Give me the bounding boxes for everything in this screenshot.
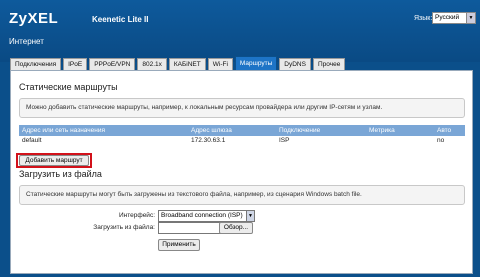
- tab-kabinet[interactable]: КАБiNET: [168, 58, 206, 70]
- add-route-button[interactable]: Добавить маршрут: [19, 155, 89, 166]
- model-name: Keenetic Lite II: [92, 15, 149, 24]
- route-interface: ISP: [279, 137, 290, 144]
- language-label: Язык:: [414, 15, 433, 22]
- interface-value: Broadband connection (ISP): [161, 212, 243, 219]
- routes-table: Адрес или сеть назначения Адрес шлюза По…: [19, 125, 465, 146]
- column-header: Метрика: [369, 127, 395, 134]
- column-header: Адрес шлюза: [191, 127, 232, 134]
- tab-dydns[interactable]: DyDNS: [279, 58, 311, 70]
- tab-connections[interactable]: Подключения: [10, 58, 62, 70]
- tab-pppoe-vpn[interactable]: PPPoE/VPN: [89, 58, 136, 70]
- top-header: ZyXEL Keenetic Lite II Интернет Язык: Ру…: [0, 0, 480, 62]
- interface-label: Интерфейс:: [118, 212, 155, 219]
- file-label: Загрузить из файла:: [93, 224, 155, 231]
- chevron-down-icon: ▼: [246, 211, 254, 221]
- tab-wifi[interactable]: Wi-Fi: [207, 58, 233, 70]
- file-upload-title: Загрузить из файла: [19, 169, 102, 179]
- tab-other[interactable]: Прочее: [312, 58, 346, 70]
- tab-8021x[interactable]: 802.1x: [137, 58, 167, 70]
- route-destination: default: [22, 137, 42, 144]
- tab-routes[interactable]: Маршруты: [234, 56, 278, 70]
- apply-button[interactable]: Применить: [158, 239, 200, 251]
- browse-button[interactable]: Обзор...: [219, 222, 253, 234]
- main-panel: Статические маршруты Можно добавить стат…: [10, 70, 473, 274]
- language-select[interactable]: Русский ▼: [432, 12, 476, 24]
- column-header: Подключение: [279, 127, 321, 134]
- column-header: Адрес или сеть назначения: [22, 127, 106, 134]
- interface-select[interactable]: Broadband connection (ISP) ▼: [158, 210, 255, 222]
- static-routes-info: Можно добавить статические маршруты, нап…: [19, 98, 465, 118]
- column-header: Авто: [437, 127, 452, 134]
- brand-logo: ZyXEL: [9, 10, 59, 27]
- tab-ipoe[interactable]: IPoE: [63, 58, 88, 70]
- file-upload-info: Статические маршруты могут быть загружен…: [19, 185, 465, 205]
- route-metric: [369, 136, 437, 146]
- route-auto: no: [437, 137, 445, 144]
- route-gateway: 172.30.63.1: [191, 137, 226, 144]
- chevron-down-icon: ▼: [466, 13, 475, 23]
- static-routes-title: Статические маршруты: [19, 82, 118, 92]
- language-value: Русский: [435, 14, 460, 21]
- table-row[interactable]: default 172.30.63.1 ISP no: [19, 136, 465, 146]
- table-header: Адрес или сеть назначения Адрес шлюза По…: [19, 125, 465, 136]
- page-title: Интернет: [9, 37, 44, 46]
- tab-bar: Подключения IPoE PPPoE/VPN 802.1x КАБiNE…: [10, 56, 347, 70]
